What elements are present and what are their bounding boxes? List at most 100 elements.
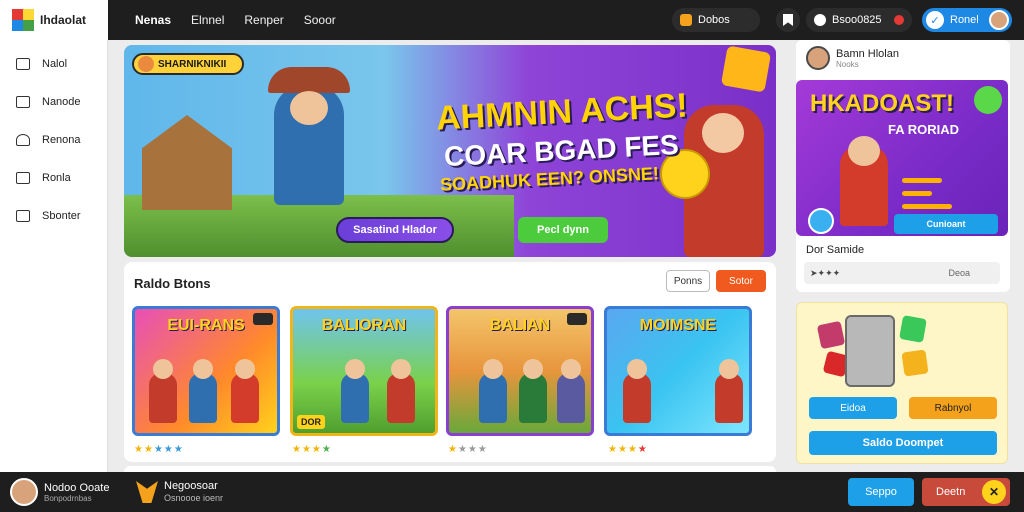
dice-icon	[816, 320, 846, 350]
character-illustration	[341, 359, 369, 423]
star-icon	[808, 208, 834, 234]
nav-item[interactable]: Sooor	[304, 13, 336, 27]
sidebar-item-label: Renona	[42, 134, 81, 146]
sort-button[interactable]: Sotor	[716, 270, 766, 292]
sidebar-item-label: Nalol	[42, 58, 68, 70]
top-bar: Ihdaolat Nenas Elnnel Renper Sooor Dobos…	[0, 0, 1024, 40]
promo-subtitle: FA RORIAD	[888, 122, 960, 137]
character-illustration	[623, 359, 651, 423]
cube-illustration	[720, 45, 772, 93]
hero-badge-label: SHARNIKNIKII	[158, 58, 227, 70]
promo-button[interactable]: Cunioant	[894, 214, 998, 234]
coin-icon	[680, 14, 692, 26]
footer-description: Osnoooe ioenr	[164, 493, 224, 503]
footer-primary-button[interactable]: Seppo	[848, 478, 914, 506]
app-logo[interactable]: Ihdaolat	[0, 0, 108, 40]
footer-user-subtitle: Bonpodrnbas	[44, 494, 92, 503]
info-row-value: Deoa	[948, 268, 970, 278]
app-name: Ihdaolat	[40, 13, 87, 27]
nav-item[interactable]: Elnnel	[191, 13, 224, 27]
list-icon	[16, 172, 30, 184]
section-title: Raldo Btons	[134, 276, 211, 291]
bookmark-button[interactable]	[776, 8, 800, 32]
footer-user-name: Nodoo Ooate	[44, 482, 110, 494]
avatar	[989, 10, 1009, 30]
notification-dot-icon	[894, 15, 904, 25]
game-card[interactable]: MOIMSNE	[604, 306, 752, 436]
promo-title: HKADOAST!	[810, 90, 954, 117]
character-illustration	[149, 359, 177, 423]
rating-stars: ★★★★	[448, 444, 488, 455]
sidebar-item-nalol[interactable]: Nalol	[16, 58, 67, 70]
hero-primary-button[interactable]: Sasatind Hlador	[336, 217, 454, 243]
avatar	[138, 56, 154, 72]
sidebar-item-ronla[interactable]: Ronla	[16, 172, 71, 184]
character-illustration	[557, 359, 585, 423]
user-menu-button[interactable]: ✓ Ronel	[922, 8, 1012, 32]
dice-icon	[899, 315, 927, 343]
sidebar-item-sbonter[interactable]: Sbonter	[16, 210, 81, 222]
rating-stars: ★★★★	[608, 444, 648, 455]
close-icon[interactable]: ✕	[982, 480, 1006, 504]
top-nav: Nenas Elnnel Renper Sooor	[135, 0, 336, 40]
info-row[interactable]: ➤✦✦✦ Deoa	[804, 262, 1000, 284]
hero-secondary-button[interactable]: Pecl dynn	[518, 217, 608, 243]
filter-button[interactable]: Ponns	[666, 270, 710, 292]
bottom-bar: Nodoo Ooate Bonpodrnbas Negoosoar Osnooo…	[0, 472, 1024, 512]
game-card-title: BALIORAN	[321, 317, 407, 334]
tag-icon	[253, 313, 273, 325]
game-card-badge: DOR	[297, 415, 325, 429]
character-illustration	[387, 359, 415, 423]
progress-bars	[902, 178, 962, 217]
user-label: Ronel	[950, 14, 979, 26]
character-illustration	[519, 359, 547, 423]
game-card[interactable]: BALIAN	[446, 306, 594, 436]
folder-icon	[16, 58, 30, 70]
house-illustration	[142, 115, 232, 210]
right-panel: Bamn Hlolan Nooks HKADOAST! FA RORIAD Cu…	[796, 40, 1010, 292]
check-icon: ✓	[926, 11, 944, 29]
nav-item[interactable]: Nenas	[135, 13, 171, 27]
chat-icon	[16, 210, 30, 222]
character-illustration	[189, 359, 217, 423]
rating-stars: ★★★★	[292, 444, 332, 455]
hero-banner[interactable]: SHARNIKNIKII AHMNIN ACHS! COAR BGAD FES …	[124, 45, 776, 257]
sidebar-item-nanode[interactable]: Nanode	[16, 96, 81, 108]
game-card[interactable]: BALIORAN DOR	[290, 306, 438, 436]
avatar	[806, 46, 830, 70]
nav-item[interactable]: Renper	[244, 13, 283, 27]
logo-icon	[12, 9, 34, 31]
reward-button-secondary[interactable]: Rabnyol	[909, 397, 997, 419]
game-card[interactable]: EUI-RANS	[132, 306, 280, 436]
time-pill[interactable]: Bsoo0825	[806, 8, 912, 32]
promo-card[interactable]: HKADOAST! FA RORIAD Cunioant	[796, 80, 1008, 236]
character-illustration	[715, 359, 743, 423]
crown-icon	[136, 481, 158, 503]
dice-icon	[901, 349, 929, 377]
coins-label: Dobos	[698, 14, 730, 26]
sidebar-item-renona[interactable]: Renona	[16, 134, 81, 146]
emoji-icon	[974, 86, 1002, 114]
hero-badge: SHARNIKNIKII	[132, 53, 244, 75]
character-illustration	[479, 359, 507, 423]
reward-button-primary[interactable]: Eidoa	[809, 397, 897, 419]
window-icon	[16, 96, 30, 108]
footer-title: Negoosoar	[164, 480, 218, 492]
game-card-title: MOIMSNE	[639, 317, 717, 334]
user-subtitle: Nooks	[836, 60, 859, 69]
sidebar-item-label: Sbonter	[42, 210, 81, 222]
time-label: Bsoo0825	[832, 14, 882, 26]
games-section: Raldo Btons Ponns Sotor EUI-RANS BALIORA…	[124, 262, 776, 462]
avatar	[10, 478, 38, 506]
hero-character-left	[268, 67, 350, 205]
rating-stars: ★★★★★	[134, 444, 184, 455]
sidebar-item-label: Nanode	[42, 96, 81, 108]
footer-secondary-label: Deetn	[936, 486, 966, 498]
bookmark-icon	[783, 14, 793, 26]
user-icon	[16, 134, 30, 146]
character-illustration	[231, 359, 259, 423]
footer-secondary-button[interactable]: Deetn ✕	[922, 478, 1010, 506]
reward-claim-button[interactable]: Saldo Doompet	[809, 431, 997, 455]
coins-pill[interactable]: Dobos	[672, 8, 760, 32]
rewards-card: Eidoa Rabnyol Saldo Doompet	[796, 302, 1008, 464]
